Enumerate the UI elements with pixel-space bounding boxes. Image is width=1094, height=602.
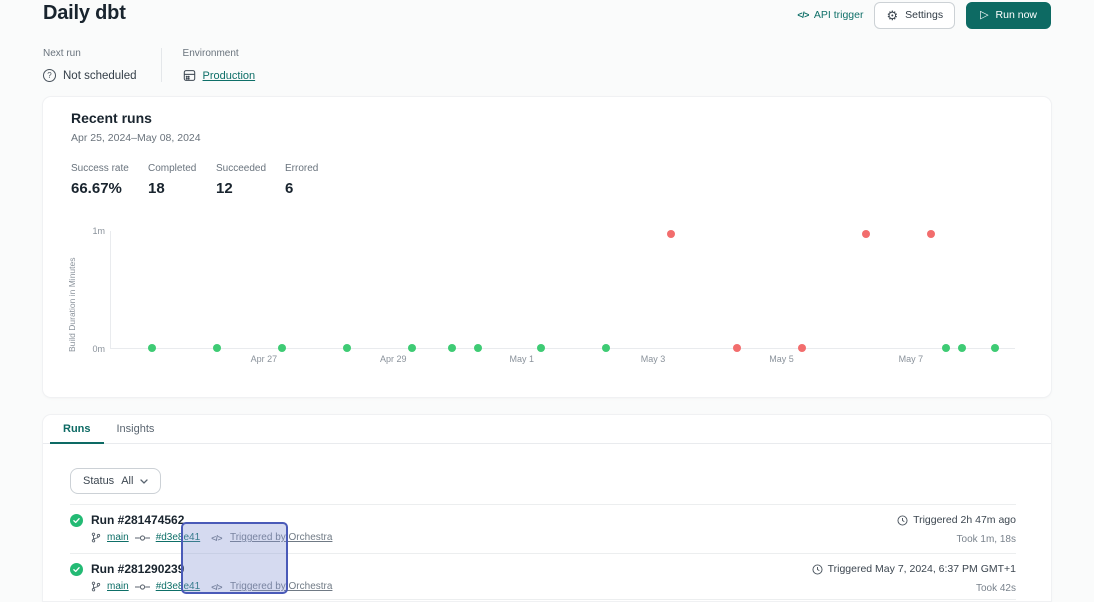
chart-x-tick: May 1 bbox=[510, 354, 535, 364]
gear-icon: ⚙ bbox=[886, 9, 898, 22]
triggered-time: Triggered 2h 47m ago bbox=[913, 514, 1016, 526]
stat-success-rate: Success rate 66.67% bbox=[71, 163, 148, 197]
not-scheduled-icon: ? bbox=[43, 69, 56, 82]
status-filter[interactable]: Status All bbox=[70, 468, 161, 494]
commit-link[interactable]: #d3e8e41 bbox=[156, 532, 201, 543]
status-filter-value: All bbox=[121, 475, 133, 487]
run-stats: Success rate 66.67% Completed 18 Succeed… bbox=[71, 163, 318, 197]
commit-icon bbox=[135, 534, 150, 542]
environment-block: Environment Production bbox=[161, 48, 256, 82]
code-icon: </> bbox=[797, 10, 809, 20]
chart-point-success[interactable] bbox=[343, 344, 351, 352]
recent-runs-card: Recent runs Apr 25, 2024–May 08, 2024 Su… bbox=[43, 97, 1051, 397]
environment-database-icon bbox=[183, 69, 196, 82]
chart-point-success[interactable] bbox=[474, 344, 482, 352]
chart-point-error[interactable] bbox=[667, 230, 675, 238]
trigger-source-link[interactable]: Triggered by Orchestra bbox=[230, 532, 332, 543]
environment-link[interactable]: Production bbox=[203, 70, 256, 82]
api-trigger-label: API trigger bbox=[814, 9, 864, 21]
trigger-source-link[interactable]: Triggered by Orchestra bbox=[230, 581, 332, 592]
settings-label: Settings bbox=[905, 9, 943, 21]
chart-point-success[interactable] bbox=[958, 344, 966, 352]
run-row[interactable]: Run #281290239 main #d3e8e41 bbox=[70, 554, 1016, 602]
chart-x-ticks: Apr 27 Apr 29 May 1 May 3 May 5 May 7 bbox=[110, 354, 1015, 366]
runs-card: Runs Insights Status All Run #281474562 bbox=[43, 415, 1051, 601]
triggered-time: Triggered May 7, 2024, 6:37 PM GMT+1 bbox=[828, 563, 1016, 575]
chart-point-success[interactable] bbox=[942, 344, 950, 352]
next-run-block: Next run ? Not scheduled bbox=[43, 48, 161, 82]
api-trigger-link[interactable]: </> API trigger bbox=[797, 9, 863, 21]
chart-point-error[interactable] bbox=[927, 230, 935, 238]
chart-x-tick: May 5 bbox=[769, 354, 794, 364]
chart-y-tick: 0m bbox=[81, 344, 105, 354]
code-icon: </> bbox=[211, 582, 222, 592]
run-row[interactable]: Run #281474562 main #d3e8e41 bbox=[70, 505, 1016, 553]
branch-link[interactable]: main bbox=[107, 532, 129, 543]
chart-y-axis-label: Build Duration in Minutes bbox=[67, 234, 77, 352]
tab-insights[interactable]: Insights bbox=[104, 415, 168, 443]
tab-runs[interactable]: Runs bbox=[50, 415, 104, 444]
tabbar: Runs Insights bbox=[43, 415, 1051, 444]
run-title[interactable]: Run #281474562 bbox=[91, 513, 332, 527]
chart-point-error[interactable] bbox=[862, 230, 870, 238]
git-branch-icon bbox=[91, 581, 101, 592]
chart-point-success[interactable] bbox=[148, 344, 156, 352]
chart-x-tick: May 3 bbox=[641, 354, 666, 364]
chart-point-success[interactable] bbox=[991, 344, 999, 352]
chart-point-success[interactable] bbox=[278, 344, 286, 352]
clock-icon bbox=[897, 515, 908, 526]
header-actions: </> API trigger ⚙ Settings ▷ Run now bbox=[797, 1, 1051, 29]
run-success-icon bbox=[70, 514, 83, 527]
clock-icon bbox=[812, 564, 823, 575]
code-icon: </> bbox=[211, 533, 222, 543]
play-icon: ▷ bbox=[980, 10, 988, 21]
job-meta: Next run ? Not scheduled Environment Pro… bbox=[43, 48, 255, 82]
branch-link[interactable]: main bbox=[107, 581, 129, 592]
stat-succeeded: Succeeded 12 bbox=[216, 163, 285, 197]
chart-x-tick: Apr 27 bbox=[251, 354, 278, 364]
next-run-value: Not scheduled bbox=[63, 70, 137, 82]
run-now-button[interactable]: ▷ Run now bbox=[966, 2, 1051, 29]
status-filter-label: Status bbox=[83, 475, 114, 487]
environment-label: Environment bbox=[183, 48, 256, 59]
chart-y-tick: 1m bbox=[81, 226, 105, 236]
run-duration: Took 1m, 18s bbox=[957, 534, 1016, 545]
chart-x-tick: May 7 bbox=[899, 354, 924, 364]
commit-link[interactable]: #d3e8e41 bbox=[156, 581, 201, 592]
chart-point-success[interactable] bbox=[408, 344, 416, 352]
stat-errored: Errored 6 bbox=[285, 163, 318, 197]
run-now-label: Run now bbox=[996, 9, 1037, 21]
chart-point-success[interactable] bbox=[537, 344, 545, 352]
chart-point-error[interactable] bbox=[733, 344, 741, 352]
settings-button[interactable]: ⚙ Settings bbox=[874, 2, 955, 29]
chart-point-success[interactable] bbox=[448, 344, 456, 352]
stat-completed: Completed 18 bbox=[148, 163, 216, 197]
next-run-label: Next run bbox=[43, 48, 137, 59]
chart-point-success[interactable] bbox=[602, 344, 610, 352]
chart-x-tick: Apr 29 bbox=[380, 354, 407, 364]
row-divider bbox=[70, 599, 1016, 600]
page-title: Daily dbt bbox=[43, 2, 126, 25]
chart-plot bbox=[110, 231, 1015, 349]
git-branch-icon bbox=[91, 532, 101, 543]
run-duration: Took 42s bbox=[976, 583, 1016, 594]
recent-runs-title: Recent runs bbox=[71, 110, 152, 126]
run-title[interactable]: Run #281290239 bbox=[91, 562, 332, 576]
commit-icon bbox=[135, 583, 150, 591]
run-success-icon bbox=[70, 563, 83, 576]
chart-point-error[interactable] bbox=[798, 344, 806, 352]
chevron-down-icon bbox=[140, 479, 148, 484]
chart-point-success[interactable] bbox=[213, 344, 221, 352]
date-range: Apr 25, 2024–May 08, 2024 bbox=[71, 132, 201, 144]
